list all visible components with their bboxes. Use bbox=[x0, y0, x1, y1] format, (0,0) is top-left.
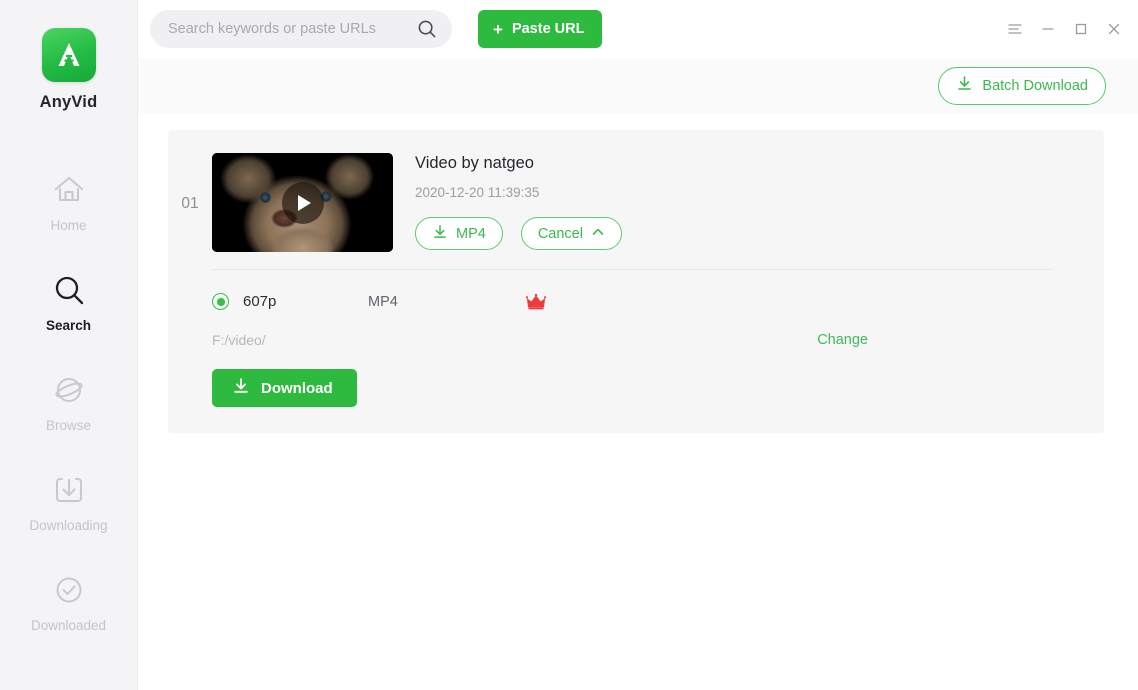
quality-radio[interactable] bbox=[212, 293, 229, 310]
quality-format: MP4 bbox=[368, 293, 398, 310]
plus-icon: + bbox=[493, 19, 503, 39]
quality-resolution: 607p bbox=[243, 293, 277, 310]
close-icon[interactable] bbox=[1100, 15, 1128, 43]
play-icon[interactable] bbox=[281, 181, 324, 224]
video-index: 01 bbox=[181, 195, 199, 212]
maximize-icon[interactable] bbox=[1067, 15, 1095, 43]
globe-icon bbox=[49, 368, 89, 412]
quality-option-row[interactable]: 607p MP4 bbox=[168, 270, 1104, 310]
search-input[interactable] bbox=[168, 10, 416, 48]
main-area: + Paste URL bbox=[138, 0, 1138, 690]
download-icon bbox=[232, 377, 250, 399]
video-title: Video by natgeo bbox=[415, 154, 534, 172]
check-circle-icon bbox=[49, 568, 89, 612]
video-info: Video by natgeo 2020-12-20 11:39:35 MP4 … bbox=[415, 153, 622, 250]
sidebar-item-label: Downloaded bbox=[30, 617, 107, 633]
video-card-header: 01 Video by natgeo 2020-12-20 11:39:35 M… bbox=[168, 130, 1104, 252]
download-icon bbox=[956, 75, 973, 96]
save-path-value: F:/video/ bbox=[212, 332, 266, 348]
download-box-icon bbox=[49, 468, 89, 512]
content-area: 01 Video by natgeo 2020-12-20 11:39:35 M… bbox=[138, 113, 1138, 690]
paste-url-label: Paste URL bbox=[511, 21, 585, 37]
sidebar-item-label: Search bbox=[45, 317, 92, 333]
video-date: 2020-12-20 11:39:35 bbox=[415, 185, 540, 200]
menu-icon[interactable] bbox=[1001, 15, 1029, 43]
anyvid-logo-icon bbox=[41, 28, 96, 82]
crown-icon bbox=[525, 293, 547, 310]
download-label: Download bbox=[261, 379, 333, 397]
format-mp4-label: MP4 bbox=[456, 225, 486, 242]
cancel-button[interactable]: Cancel bbox=[520, 217, 622, 250]
brand-name: AnyVid bbox=[39, 93, 98, 111]
minimize-icon[interactable] bbox=[1034, 15, 1062, 43]
sidebar-item-downloaded[interactable]: Downloaded bbox=[0, 550, 137, 650]
app-window: AnyVid Home Search Browse Downloading Do… bbox=[0, 0, 1138, 690]
sidebar-item-browse[interactable]: Browse bbox=[0, 350, 137, 450]
topbar: + Paste URL bbox=[138, 0, 1138, 58]
sidebar-nav: Home Search Browse Downloading Downloade… bbox=[0, 150, 137, 650]
sidebar-item-label: Home bbox=[50, 217, 87, 233]
search-icon[interactable] bbox=[416, 18, 438, 40]
save-path-row: F:/video/ Change bbox=[168, 310, 868, 348]
video-thumbnail[interactable] bbox=[212, 153, 393, 252]
download-icon bbox=[432, 224, 448, 244]
sidebar-item-home[interactable]: Home bbox=[0, 150, 137, 250]
radio-dot bbox=[216, 297, 225, 306]
video-actions: MP4 Cancel bbox=[415, 217, 622, 250]
action-bar: Batch Download bbox=[138, 58, 1138, 113]
window-controls bbox=[1001, 0, 1128, 58]
download-row: Download bbox=[168, 348, 1104, 433]
video-card: 01 Video by natgeo 2020-12-20 11:39:35 M… bbox=[168, 130, 1104, 433]
download-button[interactable]: Download bbox=[212, 369, 357, 407]
chevron-up-icon bbox=[591, 225, 605, 243]
home-icon bbox=[49, 168, 89, 212]
format-mp4-button[interactable]: MP4 bbox=[415, 217, 503, 250]
play-triangle bbox=[297, 194, 311, 211]
brand: AnyVid bbox=[40, 28, 98, 112]
paste-url-button[interactable]: + Paste URL bbox=[478, 10, 603, 48]
batch-download-button[interactable]: Batch Download bbox=[938, 66, 1106, 105]
search-icon bbox=[49, 268, 89, 312]
cancel-label: Cancel bbox=[537, 225, 583, 242]
sidebar-item-label: Downloading bbox=[29, 517, 108, 533]
sidebar-item-label: Browse bbox=[45, 417, 91, 433]
change-path-link[interactable]: Change bbox=[817, 332, 868, 348]
search-box[interactable] bbox=[150, 10, 452, 48]
sidebar-item-search[interactable]: Search bbox=[0, 250, 137, 350]
sidebar: AnyVid Home Search Browse Downloading Do… bbox=[0, 0, 138, 690]
sidebar-item-downloading[interactable]: Downloading bbox=[0, 450, 137, 550]
batch-download-label: Batch Download bbox=[982, 77, 1088, 94]
